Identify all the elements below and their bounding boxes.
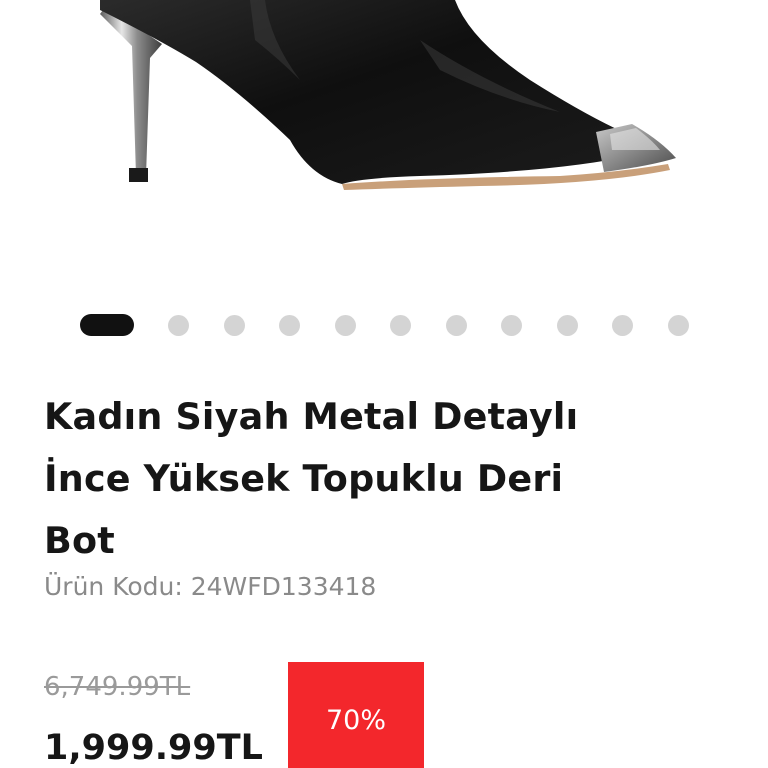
- carousel-dot[interactable]: [556, 314, 578, 336]
- carousel-dot[interactable]: [390, 314, 411, 336]
- carousel-dot-active[interactable]: [80, 314, 134, 336]
- carousel-dot[interactable]: [334, 314, 356, 336]
- product-image[interactable]: [0, 0, 768, 300]
- product-code: Ürün Kodu: 24WFD133418: [44, 572, 377, 601]
- product-title-line: İnce Yüksek Topuklu Deri: [44, 457, 564, 500]
- carousel-dot[interactable]: [279, 314, 300, 336]
- carousel-dot[interactable]: [501, 314, 522, 336]
- current-price: 1,999.99TL: [44, 728, 263, 768]
- carousel-dot[interactable]: [223, 314, 245, 336]
- boot-photo: [100, 0, 676, 190]
- discount-badge: 70%: [288, 662, 424, 768]
- carousel-dot[interactable]: [445, 314, 467, 336]
- product-detail-page: Kadın Siyah Metal Detaylı İnce Yüksek To…: [0, 0, 768, 768]
- product-title: Kadın Siyah Metal Detaylı İnce Yüksek To…: [44, 386, 744, 572]
- product-title-line: Kadın Siyah Metal Detaylı: [44, 395, 579, 438]
- old-price: 6,749.99TL: [44, 672, 191, 702]
- carousel-dot[interactable]: [168, 314, 189, 336]
- product-title-line: Bot: [44, 519, 115, 562]
- image-carousel-indicator: [80, 314, 689, 336]
- carousel-dot[interactable]: [667, 314, 689, 336]
- carousel-dot[interactable]: [612, 314, 633, 336]
